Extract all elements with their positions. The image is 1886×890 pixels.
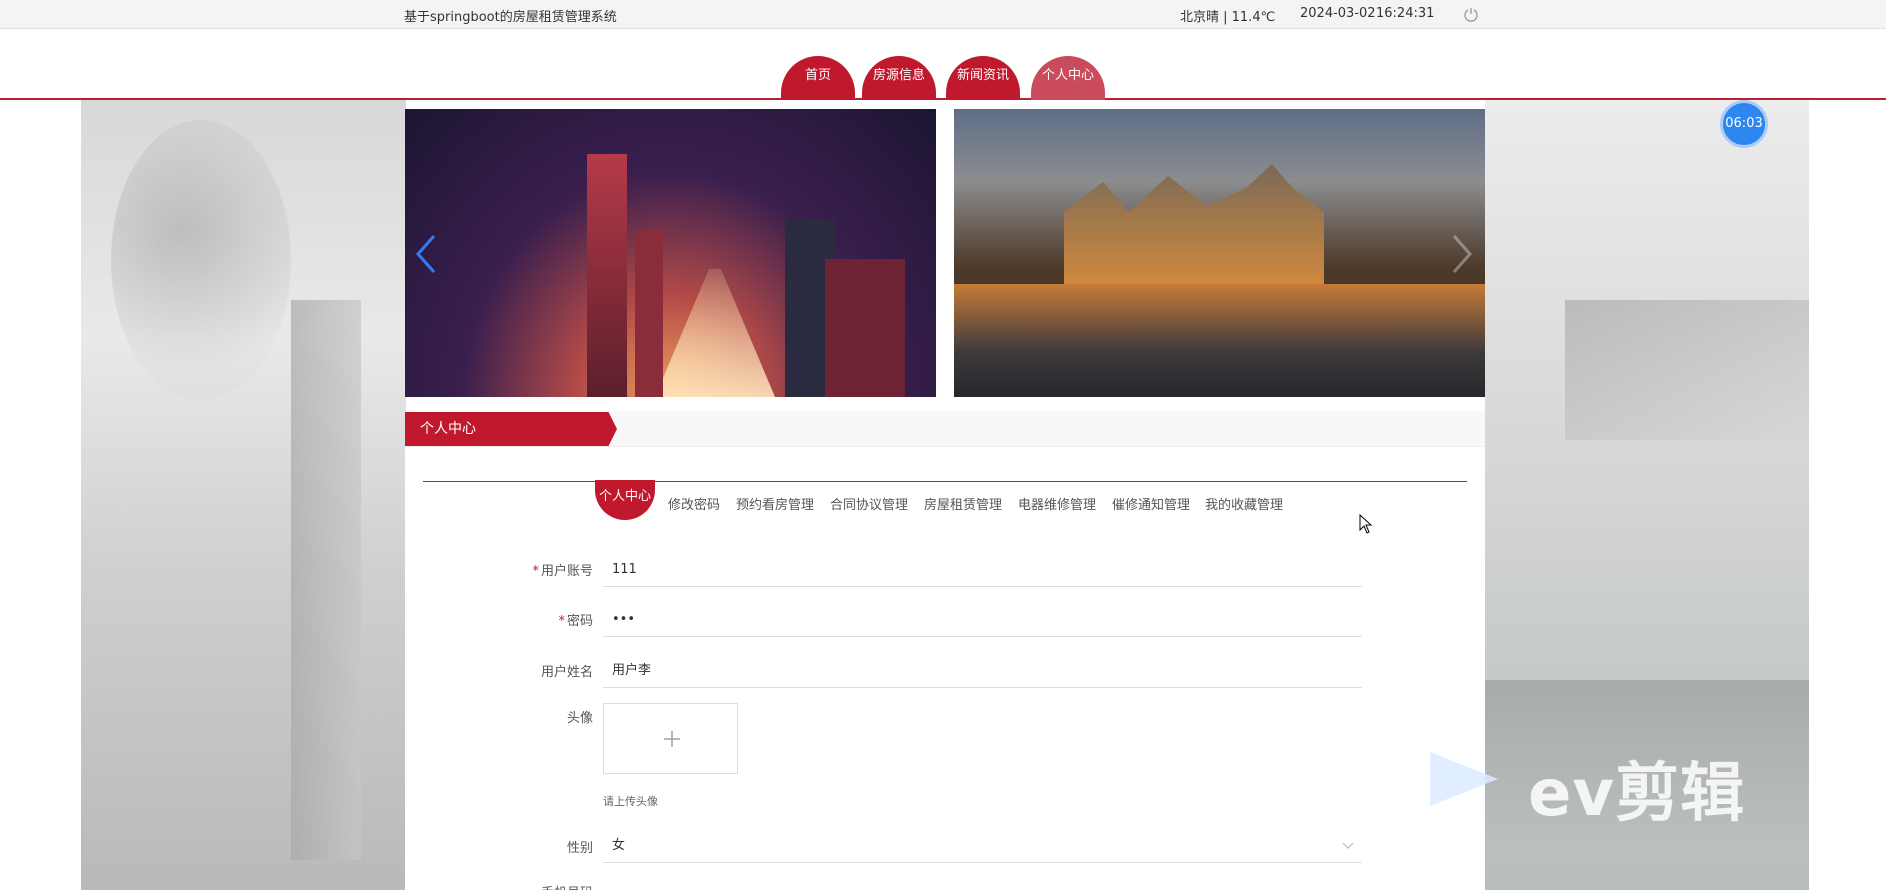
- phone-label: 手机号码: [495, 882, 593, 890]
- castle-shape: [1064, 164, 1324, 284]
- gender-select[interactable]: 女: [603, 829, 1362, 863]
- tab-viewing-appointments[interactable]: 预约看房管理: [736, 494, 814, 513]
- tab-repair-reminders[interactable]: 催修通知管理: [1112, 494, 1190, 513]
- password-label: * 密码: [558, 614, 593, 629]
- account-field[interactable]: 111: [603, 553, 1362, 587]
- avatar-upload-button[interactable]: [603, 703, 738, 774]
- gender-label: 性别: [566, 841, 593, 856]
- play-logo-icon: [1430, 752, 1498, 806]
- city-night-image[interactable]: [405, 109, 936, 397]
- pillar-shape: [291, 300, 361, 860]
- power-icon[interactable]: [1463, 6, 1479, 22]
- account-label-text: 用户账号: [540, 564, 593, 579]
- name-field[interactable]: 用户李: [603, 654, 1362, 688]
- watermark: ev剪辑: [1428, 742, 1788, 831]
- panel-header: 个人中心: [405, 411, 1485, 447]
- tab-rentals[interactable]: 房屋租赁管理: [924, 494, 1002, 513]
- panel-title: 个人中心: [405, 412, 617, 446]
- main-nav: [0, 29, 1886, 100]
- page-margin-left: [0, 100, 81, 890]
- page-margin-right: [1809, 100, 1886, 890]
- weather-info: 北京晴 | 11.4℃: [1180, 10, 1276, 25]
- gender-value: 女: [612, 838, 626, 853]
- background-left-scene: [81, 100, 406, 890]
- tower-building: [825, 259, 905, 397]
- plus-icon: [664, 731, 680, 747]
- account-label: * 用户账号: [532, 564, 593, 579]
- highway-lights: [655, 269, 775, 397]
- current-time: 16:24:31: [1376, 6, 1435, 21]
- top-bar: 基于springboot的房屋租赁管理系统 北京晴 | 11.4℃ 2024-0…: [0, 0, 1886, 29]
- password-field[interactable]: •••: [603, 603, 1362, 637]
- avatar-upload-hint: 请上传头像: [603, 795, 658, 808]
- tab-profile[interactable]: 个人中心: [595, 480, 655, 520]
- chevron-left-icon[interactable]: [412, 232, 440, 276]
- tower-building: [587, 154, 627, 397]
- tab-favorites[interactable]: 我的收藏管理: [1205, 494, 1283, 513]
- mouse-cursor-icon: [1359, 514, 1373, 534]
- name-label: 用户姓名: [540, 665, 593, 680]
- watermark-text: ev剪辑: [1528, 757, 1746, 831]
- pavilion-roof-shape: [1565, 300, 1809, 440]
- recording-timer-badge: 06:03: [1720, 100, 1768, 148]
- avatar-label: 头像: [566, 711, 593, 726]
- subnav-divider: [423, 481, 1467, 482]
- canal-water: [954, 284, 1485, 397]
- profile-subnav: 个人中心 修改密码 预约看房管理 合同协议管理 房屋租赁管理 电器维修管理 催修…: [405, 480, 1485, 523]
- canal-castle-image[interactable]: [954, 109, 1485, 397]
- password-label-text: 密码: [566, 614, 593, 629]
- chevron-right-icon[interactable]: [1448, 232, 1476, 276]
- tab-appliance-repairs[interactable]: 电器维修管理: [1018, 494, 1096, 513]
- site-title: 基于springboot的房屋租赁管理系统: [404, 10, 617, 25]
- tower-building: [635, 229, 663, 397]
- chevron-down-icon: [1342, 842, 1354, 849]
- current-date: 2024-03-02: [1300, 6, 1376, 21]
- tab-change-password[interactable]: 修改密码: [668, 494, 720, 513]
- tab-contracts[interactable]: 合同协议管理: [830, 494, 908, 513]
- blossom-tree-shape: [111, 120, 291, 400]
- profile-panel: 个人中心 个人中心 修改密码 预约看房管理 合同协议管理 房屋租赁管理 电器维修…: [405, 411, 1485, 890]
